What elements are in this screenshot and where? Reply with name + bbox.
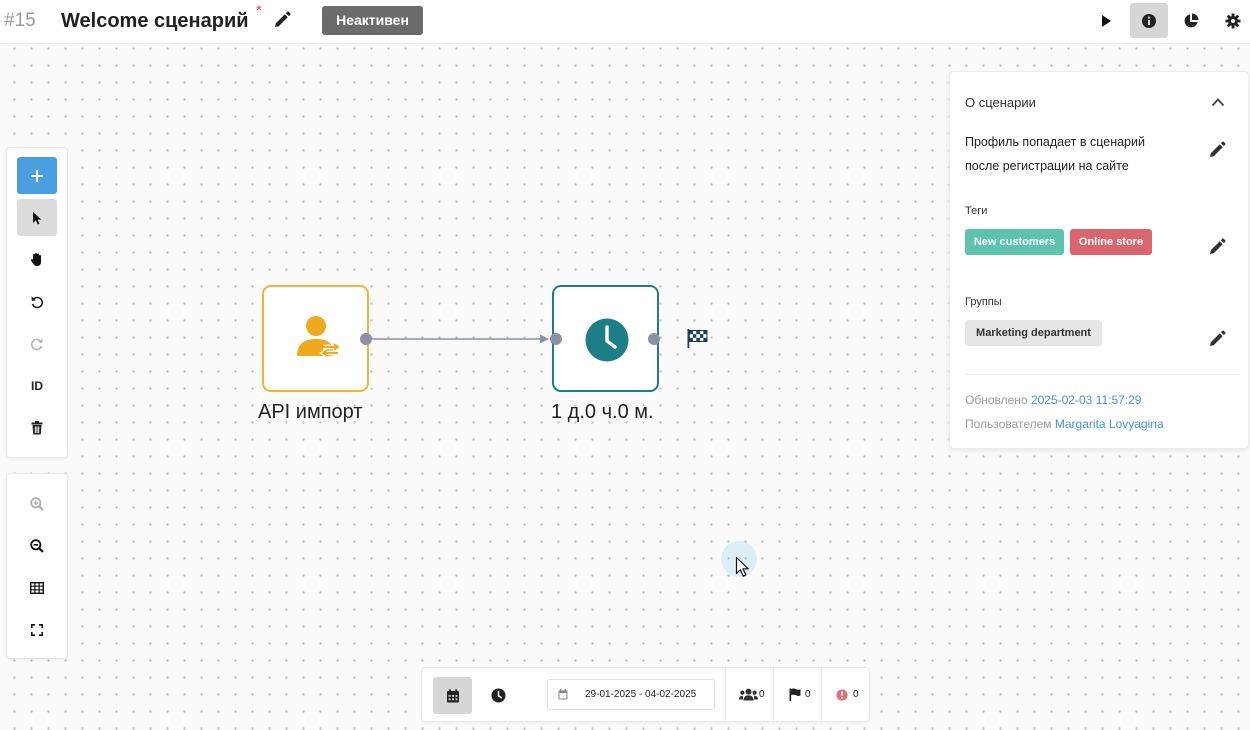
tags-label: Теги xyxy=(965,205,988,217)
calendar-mode-button[interactable] xyxy=(433,677,472,714)
output-port[interactable] xyxy=(360,333,372,345)
users-icon xyxy=(739,688,758,701)
edit-groups-icon[interactable] xyxy=(1208,330,1226,348)
clock-icon xyxy=(585,318,629,362)
description-line: Профиль попадает в сценарий xyxy=(965,135,1145,149)
tag-online-store[interactable]: Online store xyxy=(1070,229,1152,255)
node-api-import[interactable] xyxy=(262,285,369,392)
divider xyxy=(965,374,1240,375)
date-range-text: 29-01-2025 - 04-02-2025 xyxy=(585,689,697,700)
tag-new-customers[interactable]: New customers xyxy=(965,229,1064,255)
edit-description-icon[interactable] xyxy=(1208,141,1226,159)
groups-label: Группы xyxy=(965,296,1002,308)
chevron-up-icon[interactable] xyxy=(1211,97,1225,107)
errors-count: 0 xyxy=(853,689,859,700)
stat-completed[interactable]: 0 xyxy=(773,668,821,723)
flag-icon xyxy=(789,688,801,701)
profiles-count: 0 xyxy=(759,689,765,700)
checkered-flag-icon[interactable] xyxy=(687,329,708,348)
description-line: после регистрации на сайте xyxy=(965,159,1129,173)
calendar-icon xyxy=(446,688,459,702)
user-link[interactable]: Margarita Lovyagina xyxy=(1055,417,1164,431)
completed-count: 0 xyxy=(805,689,811,700)
node-delay[interactable] xyxy=(552,285,659,392)
node-label: API импорт xyxy=(258,401,363,423)
stat-errors[interactable]: 0 xyxy=(821,668,870,723)
updated-line: Обновлено 2025-02-03 11:57:29 xyxy=(965,393,1141,407)
calendar-icon xyxy=(558,689,568,700)
error-icon xyxy=(836,689,848,701)
clock-icon xyxy=(491,688,506,703)
statistics-bar: 29-01-2025 - 04-02-2025 0 0 0 xyxy=(421,667,870,723)
user-line: Пользователем Margarita Lovyagina xyxy=(965,417,1164,431)
updated-label: Обновлено xyxy=(965,393,1028,407)
stat-profiles[interactable]: 0 xyxy=(725,668,773,723)
mouse-cursor-icon xyxy=(735,556,749,577)
scenario-info-panel: О сценарии Профиль попадает в сценарий п… xyxy=(949,71,1249,449)
user-label: Пользователем xyxy=(965,417,1052,431)
realtime-mode-button[interactable] xyxy=(479,677,518,714)
group-marketing-department[interactable]: Marketing department xyxy=(965,320,1102,346)
panel-title: О сценарии xyxy=(965,95,1036,110)
updated-value: 2025-02-03 11:57:29 xyxy=(1030,393,1142,407)
user-exchange-icon xyxy=(297,316,341,358)
date-range-picker[interactable]: 29-01-2025 - 04-02-2025 xyxy=(547,679,715,710)
node-label: 1 д.0 ч.0 м. xyxy=(551,401,654,423)
input-port[interactable] xyxy=(550,333,562,345)
output-port[interactable] xyxy=(648,333,660,345)
edit-tags-icon[interactable] xyxy=(1208,238,1226,256)
